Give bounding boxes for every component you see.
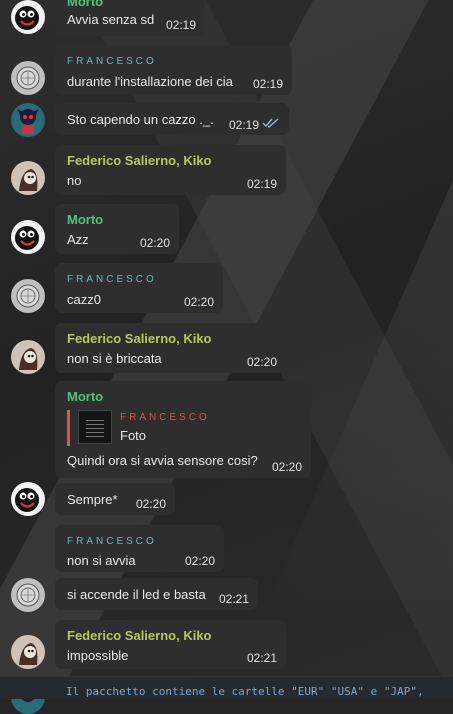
sender-name: Federico Salierno, Kiko: [67, 331, 212, 346]
morto-avatar[interactable]: [11, 0, 45, 34]
photo-thumbnail: [78, 410, 112, 444]
message-time: 02:21: [246, 651, 277, 665]
message-bubble[interactable]: FRANCESCO non si avvia 02:20: [55, 525, 224, 572]
message-bubble[interactable]: Morto Avvia senza sd 02:19: [55, 0, 205, 36]
message-bubble[interactable]: Federico Salierno, Kiko no 02:19: [55, 145, 286, 195]
message-text: durante l'installazione dei cia: [67, 74, 233, 89]
reply-text: Foto: [120, 428, 147, 443]
sender-name: Federico Salierno, Kiko: [67, 628, 212, 643]
reply-preview[interactable]: FRANCESCO Foto: [67, 410, 299, 446]
message-bubble[interactable]: Sempre* 02:20: [55, 483, 175, 515]
message-time: 02:21: [218, 592, 249, 606]
message-text: non si è briccata: [67, 351, 162, 366]
message-text: Quindi ora si avvia sensore cosi?: [67, 453, 258, 468]
message-time: 02:19: [252, 77, 283, 91]
message-text: no: [67, 173, 82, 188]
message-time: 02:20: [271, 460, 302, 474]
self-avatar[interactable]: [11, 103, 45, 137]
federico-avatar[interactable]: [11, 340, 45, 374]
message-bubble[interactable]: Morto FRANCESCO Foto Quindi ora si avvia…: [55, 381, 311, 478]
federico-avatar[interactable]: [11, 161, 45, 195]
message-bubble[interactable]: FRANCESCO cazz0 02:20: [55, 263, 223, 313]
message-time: 02:20: [139, 236, 170, 250]
message-bubble[interactable]: Federico Salierno, Kiko non si è briccat…: [55, 323, 286, 373]
message-bubble[interactable]: Federico Salierno, Kiko impossible 02:21: [55, 620, 286, 669]
message-time: 02:20: [135, 497, 166, 511]
message-bubble[interactable]: FRANCESCO durante l'installazione dei ci…: [55, 45, 292, 95]
message-time: 02:20: [183, 295, 214, 309]
sender-name: Morto: [67, 0, 104, 9]
message-feed[interactable]: Morto Avvia senza sd 02:19 FRANCESCO dur…: [0, 0, 453, 714]
message-time: 02:19: [246, 177, 277, 191]
francesco-avatar[interactable]: [11, 61, 45, 95]
sender-name: FRANCESCO: [67, 536, 157, 547]
message-bubble[interactable]: Sto capendo un cazzo ._. 02:19: [55, 103, 289, 135]
message-time: 02:19: [228, 118, 259, 132]
francesco-avatar[interactable]: [11, 578, 45, 612]
code-message-preview[interactable]: Il pacchetto contiene le cartelle "EUR" …: [0, 676, 453, 699]
reply-sender: FRANCESCO: [120, 412, 210, 423]
sender-name: FRANCESCO: [67, 274, 157, 285]
sender-name: FRANCESCO: [67, 56, 157, 67]
code-text: Il pacchetto contiene le cartelle "EUR" …: [66, 685, 424, 698]
sender-name: Federico Salierno, Kiko: [67, 153, 212, 168]
message-text: impossible: [67, 648, 129, 663]
sender-name: Morto: [67, 389, 104, 404]
message-time: 02:20: [184, 554, 215, 568]
sender-name: Morto: [67, 212, 104, 227]
francesco-avatar[interactable]: [11, 279, 45, 313]
message-bubble[interactable]: Morto Azz 02:20: [55, 204, 179, 254]
federico-avatar[interactable]: [11, 635, 45, 669]
message-time: 02:19: [165, 18, 196, 32]
message-bubble[interactable]: si accende il led e basta 02:21: [55, 578, 258, 610]
morto-avatar[interactable]: [11, 482, 45, 516]
morto-avatar[interactable]: [11, 220, 45, 254]
read-double-check-icon: [262, 118, 279, 128]
message-time: 02:20: [246, 355, 277, 369]
